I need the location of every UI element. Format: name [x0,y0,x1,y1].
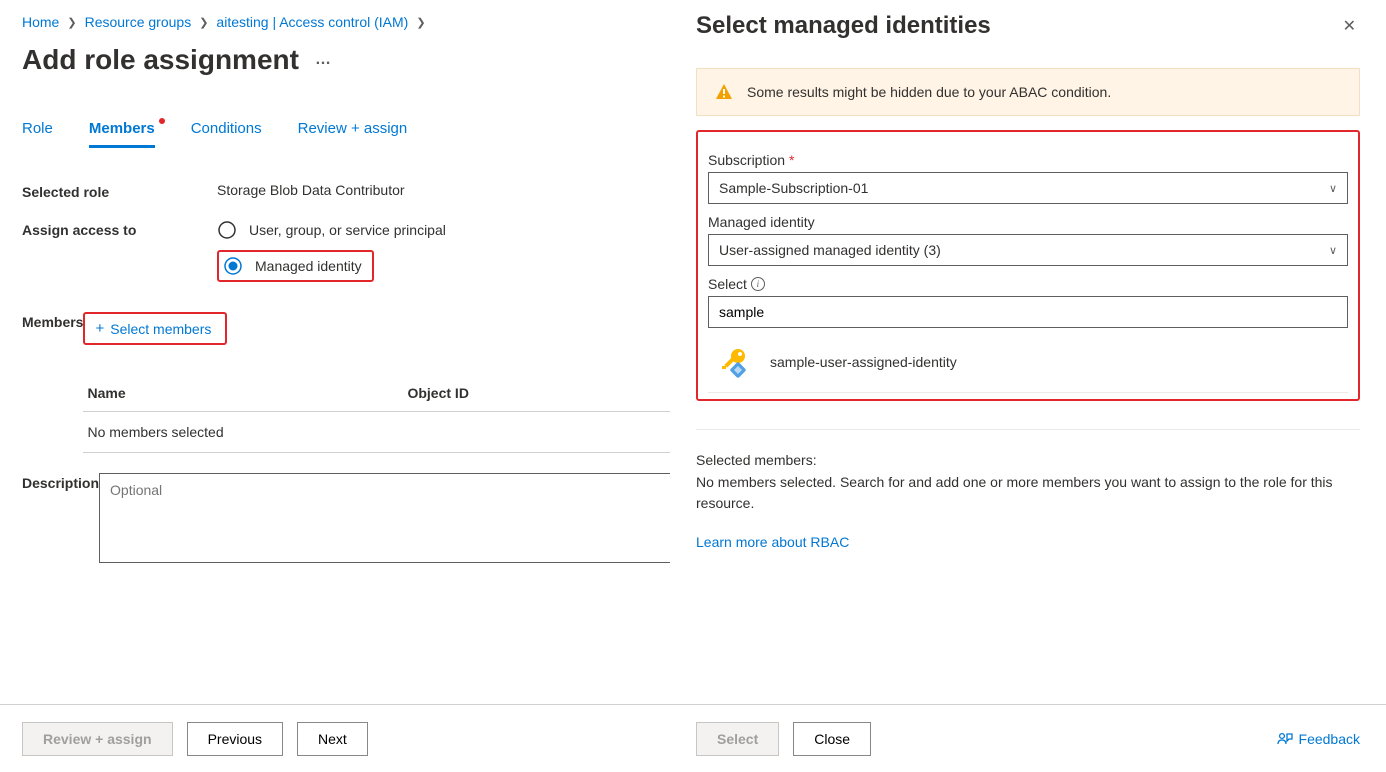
subscription-select[interactable]: Sample-Subscription-01 ∨ [708,172,1348,204]
radio-user-group[interactable]: User, group, or service principal [217,220,670,240]
info-icon[interactable]: i [751,277,765,291]
plus-icon: + [95,320,104,337]
warning-icon [715,83,733,101]
tab-review[interactable]: Review + assign [298,120,408,148]
feedback-label: Feedback [1299,731,1360,747]
radio-managed-identity[interactable]: Managed identity [217,250,374,282]
tabs: Role Members Conditions Review + assign [22,120,670,148]
blade-title: Select managed identities [696,12,991,40]
select-label: Select [708,276,747,292]
members-label: Members [22,312,83,330]
chevron-down-icon: ∨ [1329,244,1337,257]
members-table: Name Object ID No members selected [83,375,723,453]
description-textarea[interactable] [99,473,739,563]
tab-members-label: Members [89,120,155,137]
selected-role-value: Storage Blob Data Contributor [217,182,670,198]
breadcrumb: Home ❯ Resource groups ❯ aitesting | Acc… [22,14,670,30]
tab-members[interactable]: Members [89,120,155,148]
select-members-button[interactable]: + Select members [83,312,227,345]
feedback-link[interactable]: Feedback [1277,731,1360,747]
select-managed-identities-blade: Select managed identities ✕ Some results… [670,0,1386,772]
next-button[interactable]: Next [297,722,368,756]
radio-checked-icon [223,256,243,276]
managed-identity-icon [718,346,750,378]
blade-close-button[interactable]: Close [793,722,871,756]
review-assign-button: Review + assign [22,722,173,756]
managed-identity-label: Managed identity [708,214,815,230]
chevron-right-icon: ❯ [67,16,76,29]
divider [696,429,1360,430]
identity-form-highlight: Subscription * Sample-Subscription-01 ∨ … [696,130,1360,401]
breadcrumb-home[interactable]: Home [22,14,59,30]
tab-conditions[interactable]: Conditions [191,120,262,148]
select-search-input[interactable] [708,296,1348,328]
chevron-down-icon: ∨ [1329,182,1337,195]
more-actions-icon[interactable]: … [315,51,332,69]
identity-result-name: sample-user-assigned-identity [770,354,957,370]
feedback-icon [1277,731,1293,747]
radio-managed-identity-label: Managed identity [255,258,362,274]
blade-select-button: Select [696,722,779,756]
radio-user-group-label: User, group, or service principal [249,222,446,238]
close-icon[interactable]: ✕ [1339,12,1360,40]
col-object-id: Object ID [407,385,468,401]
selected-members-text: No members selected. Search for and add … [696,472,1360,514]
description-label: Description [22,473,99,491]
blade-footer: Select Close Feedback [670,704,1386,772]
radio-unchecked-icon [217,220,237,240]
col-name: Name [87,385,407,401]
breadcrumb-iam[interactable]: aitesting | Access control (IAM) [216,14,408,30]
subscription-label: Subscription [708,152,785,168]
selected-role-label: Selected role [22,182,217,200]
chevron-right-icon: ❯ [416,16,425,29]
required-asterisk: * [789,152,794,168]
chevron-right-icon: ❯ [199,16,208,29]
left-footer: Review + assign Previous Next [0,704,670,772]
managed-identity-select[interactable]: User-assigned managed identity (3) ∨ [708,234,1348,266]
previous-button[interactable]: Previous [187,722,283,756]
warning-banner: Some results might be hidden due to your… [696,68,1360,116]
warning-text: Some results might be hidden due to your… [747,84,1111,100]
breadcrumb-rg[interactable]: Resource groups [85,14,192,30]
identity-result[interactable]: sample-user-assigned-identity [708,332,1348,393]
selected-members-heading: Selected members: [696,452,1360,468]
alert-dot-icon [159,118,165,124]
managed-identity-value: User-assigned managed identity (3) [719,242,941,258]
page-title: Add role assignment [22,44,299,76]
select-members-label: Select members [110,321,211,337]
tab-role[interactable]: Role [22,120,53,148]
subscription-value: Sample-Subscription-01 [719,180,868,196]
members-empty-row: No members selected [83,412,723,453]
learn-rbac-link[interactable]: Learn more about RBAC [696,534,849,550]
assign-access-label: Assign access to [22,220,217,238]
